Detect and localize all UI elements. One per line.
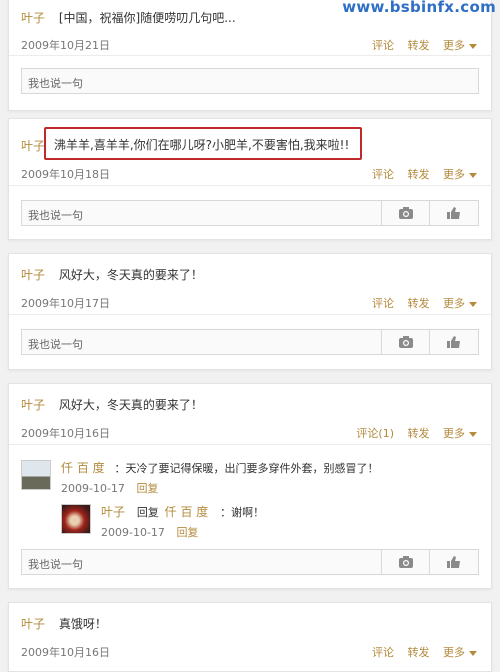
camera-icon bbox=[399, 336, 413, 348]
comment-input[interactable]: 我也说一句 bbox=[21, 68, 479, 94]
like-button[interactable] bbox=[429, 201, 478, 225]
post-card: 叶子 真饿呀！ 2009年10月16日 评论 转发 更多 bbox=[8, 602, 492, 672]
comment-meta: 2009-10-17 回复 bbox=[101, 524, 198, 540]
divider bbox=[9, 185, 491, 186]
reply-prefix: 回复 bbox=[136, 506, 159, 519]
post-content: 真饿呀！ bbox=[58, 617, 107, 631]
forward-link[interactable]: 转发 bbox=[408, 297, 430, 310]
divider bbox=[9, 55, 491, 56]
forward-link[interactable]: 转发 bbox=[408, 39, 430, 52]
post-author[interactable]: 叶子 bbox=[21, 398, 45, 412]
divider bbox=[9, 314, 491, 315]
comment-line: 叶子 回复 仟 百 度 ：谢啊！ bbox=[101, 503, 264, 520]
camera-icon bbox=[399, 207, 413, 219]
comment-link[interactable]: 评论 bbox=[372, 297, 394, 310]
post-author[interactable]: 叶子 bbox=[21, 617, 45, 631]
post-actions: 评论 转发 更多 bbox=[362, 644, 477, 660]
more-link[interactable]: 更多 bbox=[443, 427, 477, 440]
caret-down-icon bbox=[469, 431, 477, 437]
avatar[interactable] bbox=[61, 504, 91, 534]
post-actions: 评论 转发 更多 bbox=[362, 295, 477, 311]
camera-button[interactable] bbox=[381, 330, 430, 354]
thumbs-up-icon bbox=[447, 207, 460, 219]
comment-author[interactable]: 仟 百 度 bbox=[61, 461, 105, 475]
caret-down-icon bbox=[469, 43, 477, 49]
comment-date: 2009-10-17 bbox=[61, 482, 125, 495]
post-card: 叶子 [中国，祝福你]随便唠叨几句吧... 2009年10月21日 评论 转发 … bbox=[8, 0, 492, 111]
more-link[interactable]: 更多 bbox=[443, 39, 477, 52]
post-line: 叶子 风好大，冬天真的要来了！ bbox=[21, 396, 481, 413]
post-content: 风好大，冬天真的要来了！ bbox=[58, 398, 203, 412]
reply-link[interactable]: 回复 bbox=[176, 526, 198, 539]
post-card: 叶子 沸羊羊,喜羊羊,你们在哪儿呀?小肥羊,不要害怕,我来啦!! 2009年10… bbox=[8, 118, 492, 240]
camera-icon bbox=[399, 556, 413, 568]
post-content: [中国，祝福你]随便唠叨几句吧... bbox=[58, 11, 236, 25]
post-card: 叶子 风好大，冬天真的要来了！ 2009年10月16日 评论(1) 转发 更多 … bbox=[8, 383, 492, 589]
post-actions: 评论 转发 更多 bbox=[362, 166, 477, 182]
reply-link[interactable]: 回复 bbox=[136, 482, 158, 495]
comment-author[interactable]: 叶子 bbox=[101, 505, 125, 519]
more-link[interactable]: 更多 bbox=[443, 646, 477, 659]
camera-button[interactable] bbox=[381, 201, 430, 225]
caret-down-icon bbox=[469, 301, 477, 307]
comment-link[interactable]: 评论(1) bbox=[356, 427, 394, 440]
comment-meta: 2009-10-17 回复 bbox=[61, 480, 158, 496]
more-link[interactable]: 更多 bbox=[443, 168, 477, 181]
post-author[interactable]: 叶子 bbox=[21, 268, 45, 282]
comment-text: ：天冷了要记得保暖，出门要多穿件外套，别感冒了！ bbox=[114, 462, 379, 475]
comment-input[interactable]: 我也说一句 bbox=[21, 200, 479, 226]
forward-link[interactable]: 转发 bbox=[408, 646, 430, 659]
comment-placeholder: 我也说一句 bbox=[28, 338, 83, 351]
caret-down-icon bbox=[469, 650, 477, 656]
avatar[interactable] bbox=[21, 460, 51, 490]
camera-button[interactable] bbox=[381, 550, 430, 574]
thumbs-up-icon bbox=[447, 556, 460, 568]
reply-target[interactable]: 仟 百 度 bbox=[165, 505, 209, 519]
comment-input[interactable]: 我也说一句 bbox=[21, 549, 479, 575]
post-actions: 评论(1) 转发 更多 bbox=[346, 425, 477, 441]
comment-date: 2009-10-17 bbox=[101, 526, 165, 539]
more-link[interactable]: 更多 bbox=[443, 297, 477, 310]
post-author[interactable]: 叶子 bbox=[21, 11, 45, 25]
divider bbox=[9, 444, 491, 445]
post-author[interactable]: 叶子 bbox=[21, 139, 45, 153]
comment-placeholder: 我也说一句 bbox=[28, 558, 83, 571]
post-line: 叶子 风好大，冬天真的要来了！ bbox=[21, 266, 481, 283]
comment-input[interactable]: 我也说一句 bbox=[21, 329, 479, 355]
post-actions: 评论 转发 更多 bbox=[362, 37, 477, 53]
forward-link[interactable]: 转发 bbox=[408, 427, 430, 440]
like-button[interactable] bbox=[429, 550, 478, 574]
site-watermark: www.bsbinfx.com bbox=[342, 0, 496, 16]
like-button[interactable] bbox=[429, 330, 478, 354]
comment-line: 仟 百 度 ：天冷了要记得保暖，出门要多穿件外套，别感冒了！ bbox=[61, 459, 378, 476]
comment-link[interactable]: 评论 bbox=[372, 646, 394, 659]
caret-down-icon bbox=[469, 172, 477, 178]
post-content: 风好大，冬天真的要来了！ bbox=[58, 268, 203, 282]
post-line: 叶子 真饿呀！ bbox=[21, 615, 481, 632]
post-content: 沸羊羊,喜羊羊,你们在哪儿呀?小肥羊,不要害怕,我来啦!! bbox=[54, 138, 350, 152]
comment-link[interactable]: 评论 bbox=[372, 39, 394, 52]
comment-text: ：谢啊！ bbox=[220, 506, 265, 519]
forward-link[interactable]: 转发 bbox=[408, 168, 430, 181]
comment-placeholder: 我也说一句 bbox=[28, 209, 83, 222]
post-card: 叶子 风好大，冬天真的要来了！ 2009年10月17日 评论 转发 更多 我也说… bbox=[8, 253, 492, 370]
thumbs-up-icon bbox=[447, 336, 460, 348]
comment-link[interactable]: 评论 bbox=[372, 168, 394, 181]
comment-placeholder: 我也说一句 bbox=[28, 77, 83, 90]
